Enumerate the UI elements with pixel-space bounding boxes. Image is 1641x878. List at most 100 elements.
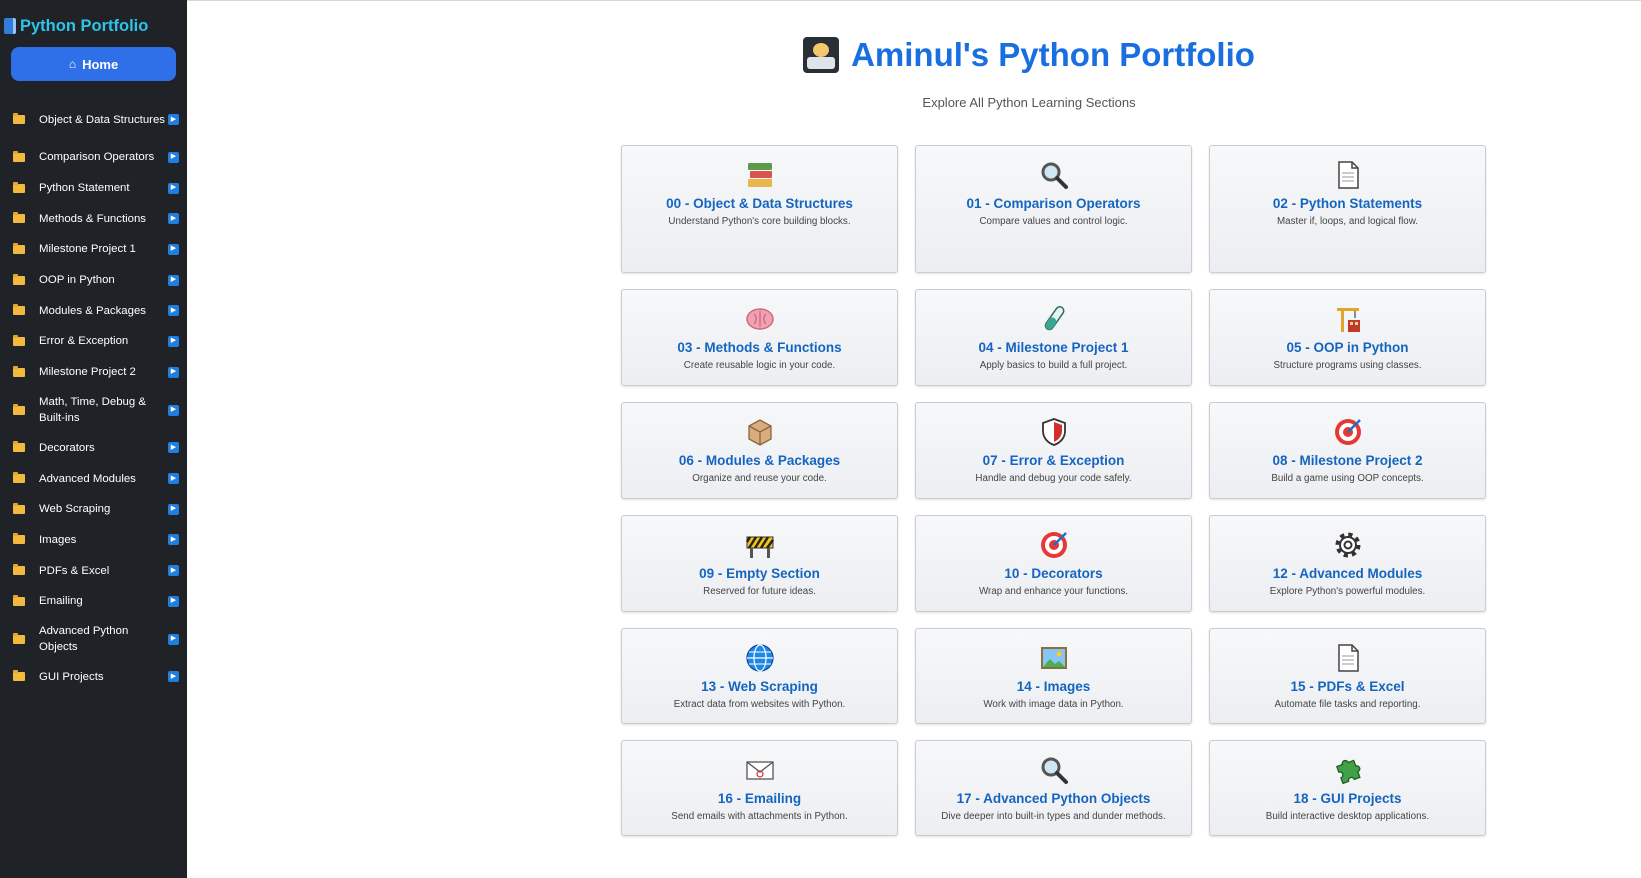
sidebar-item-label: Decorators xyxy=(39,441,95,454)
folder-icon xyxy=(13,403,25,415)
sidebar-item-python-statement[interactable]: Python Statement ▶ xyxy=(0,173,187,204)
section-card[interactable]: 16 - Emailing Send emails with attachment… xyxy=(621,740,898,836)
picture-icon xyxy=(1039,643,1069,673)
section-card[interactable]: 02 - Python Statements Master if, loops, … xyxy=(1209,145,1486,273)
folder-icon xyxy=(13,334,25,346)
sidebar-item-label: Web Scraping xyxy=(39,503,111,516)
arrow-right-icon: ▶ xyxy=(168,633,179,645)
section-card[interactable]: 12 - Advanced Modules Explore Python's po… xyxy=(1209,515,1486,612)
sidebar-item-pdfs-excel[interactable]: PDFs & Excel ▶ xyxy=(0,555,187,586)
sidebar-item-label: Emailing xyxy=(39,595,83,608)
arrow-right-icon: ▶ xyxy=(168,534,179,546)
card-title: 12 - Advanced Modules xyxy=(1272,566,1423,581)
sidebar-item-math-time-debug[interactable]: Math, Time, Debug & Built-ins ▶ xyxy=(0,388,187,433)
sidebar-item-label: PDFs & Excel xyxy=(39,564,110,577)
arrow-right-icon: ▶ xyxy=(168,182,179,194)
sidebar-item-milestone-project-1[interactable]: Milestone Project 1 ▶ xyxy=(0,234,187,265)
arrow-right-icon: ▶ xyxy=(168,595,179,607)
sidebar-item-gui-projects[interactable]: GUI Projects ▶ xyxy=(0,662,187,693)
section-card[interactable]: 15 - PDFs & Excel Automate file tasks and… xyxy=(1209,628,1486,724)
target-icon xyxy=(1333,417,1363,447)
section-card[interactable]: 09 - Empty Section Reserved for future id… xyxy=(621,515,898,612)
card-description: Apply basics to build a full project. xyxy=(979,360,1128,371)
card-description: Organize and reuse your code. xyxy=(692,473,827,484)
arrow-right-icon: ▶ xyxy=(168,335,179,347)
card-description: Master if, loops, and logical flow. xyxy=(1276,216,1419,227)
sidebar-item-label: Comparison Operators xyxy=(39,151,155,164)
card-description: Work with image data in Python. xyxy=(983,699,1124,710)
home-label: Home xyxy=(82,56,119,72)
construction-icon xyxy=(745,530,775,560)
page-title-text: Aminul's Python Portfolio xyxy=(851,36,1255,73)
card-title: 08 - Milestone Project 2 xyxy=(1272,453,1423,468)
brain-icon xyxy=(745,304,775,334)
arrow-right-icon: ▶ xyxy=(168,442,179,454)
crane-icon xyxy=(1333,304,1363,334)
sidebar: Python Portfolio ⌂ Home Object & Data St… xyxy=(0,0,187,878)
section-card[interactable]: 03 - Methods & Functions Create reusable … xyxy=(621,289,898,386)
sidebar-item-advanced-modules[interactable]: Advanced Modules ▶ xyxy=(0,463,187,494)
magnifier-icon xyxy=(1039,160,1069,190)
arrow-right-icon: ▶ xyxy=(168,671,179,683)
package-icon xyxy=(745,417,775,447)
sidebar-item-label: Milestone Project 2 xyxy=(39,366,136,379)
section-card[interactable]: 08 - Milestone Project 2 Build a game usi… xyxy=(1209,402,1486,499)
card-title: 04 - Milestone Project 1 xyxy=(978,340,1129,355)
section-card[interactable]: 01 - Comparison Operators Compare values … xyxy=(915,145,1192,273)
section-card[interactable]: 18 - GUI Projects Build interactive deskt… xyxy=(1209,740,1486,836)
test-tube-icon xyxy=(1039,304,1069,334)
arrow-right-icon: ▶ xyxy=(168,274,179,286)
book-icon xyxy=(4,18,16,34)
folder-icon xyxy=(13,181,25,193)
card-description: Send emails with attachments in Python. xyxy=(671,811,848,822)
card-title: 00 - Object & Data Structures xyxy=(666,196,853,211)
section-card[interactable]: 13 - Web Scraping Extract data from websi… xyxy=(621,628,898,724)
main-content: Aminul's Python Portfolio Explore All Py… xyxy=(187,0,1641,878)
page-icon xyxy=(1333,160,1363,190)
card-description: Dive deeper into built-in types and dund… xyxy=(941,811,1166,822)
sidebar-item-label: Math, Time, Debug & Built-ins xyxy=(39,396,146,424)
sidebar-item-emailing[interactable]: Emailing ▶ xyxy=(0,586,187,617)
target-icon xyxy=(1039,530,1069,560)
arrow-right-icon: ▶ xyxy=(168,404,179,416)
sidebar-brand[interactable]: Python Portfolio xyxy=(0,0,187,40)
section-card[interactable]: 14 - Images Work with image data in Pytho… xyxy=(915,628,1192,724)
gear-icon xyxy=(1333,530,1363,560)
section-card[interactable]: 17 - Advanced Python Objects Dive deeper … xyxy=(915,740,1192,836)
sidebar-item-modules-packages[interactable]: Modules & Packages ▶ xyxy=(0,295,187,326)
sidebar-item-comparison-operators[interactable]: Comparison Operators ▶ xyxy=(0,142,187,173)
arrow-right-icon: ▶ xyxy=(168,366,179,378)
card-description: Understand Python's core building blocks… xyxy=(668,216,851,227)
sidebar-item-milestone-project-2[interactable]: Milestone Project 2 ▶ xyxy=(0,357,187,388)
card-title: 09 - Empty Section xyxy=(699,566,820,581)
arrow-right-icon: ▶ xyxy=(168,305,179,317)
sidebar-item-label: Advanced Modules xyxy=(39,472,136,485)
sidebar-item-label: Advanced Python Objects xyxy=(39,625,129,654)
card-title: 18 - GUI Projects xyxy=(1293,791,1402,806)
card-title: 17 - Advanced Python Objects xyxy=(956,791,1151,806)
home-button[interactable]: ⌂ Home xyxy=(11,47,176,81)
sidebar-item-methods-functions[interactable]: Methods & Functions ▶ xyxy=(0,203,187,234)
sidebar-nav: Object & Data Structures ▶ Comparison Ope… xyxy=(0,97,187,692)
section-card[interactable]: 06 - Modules & Packages Organize and reus… xyxy=(621,402,898,499)
sidebar-item-object-data-structures[interactable]: Object & Data Structures ▶ xyxy=(0,97,187,142)
card-title: 15 - PDFs & Excel xyxy=(1290,679,1405,694)
section-card[interactable]: 07 - Error & Exception Handle and debug y… xyxy=(915,402,1192,499)
sidebar-item-label: Error & Exception xyxy=(39,335,129,348)
folder-icon xyxy=(13,594,25,606)
sidebar-item-label: Modules & Packages xyxy=(39,304,147,317)
sidebar-item-images[interactable]: Images ▶ xyxy=(0,525,187,556)
sidebar-item-error-exception[interactable]: Error & Exception ▶ xyxy=(0,326,187,357)
section-card[interactable]: 00 - Object & Data Structures Understand … xyxy=(621,145,898,273)
section-card[interactable]: 04 - Milestone Project 1 Apply basics to … xyxy=(915,289,1192,386)
sidebar-item-advanced-python-objects[interactable]: Advanced Python Objects ▶ xyxy=(0,617,187,662)
sidebar-item-label: Images xyxy=(39,533,77,546)
section-card[interactable]: 05 - OOP in Python Structure programs usi… xyxy=(1209,289,1486,386)
sidebar-item-oop-in-python[interactable]: OOP in Python ▶ xyxy=(0,265,187,296)
books-icon xyxy=(745,160,775,190)
sidebar-item-web-scraping[interactable]: Web Scraping ▶ xyxy=(0,494,187,525)
house-icon: ⌂ xyxy=(68,57,77,71)
sidebar-item-decorators[interactable]: Decorators ▶ xyxy=(0,433,187,464)
sidebar-item-label: Milestone Project 1 xyxy=(39,243,136,256)
section-card[interactable]: 10 - Decorators Wrap and enhance your fun… xyxy=(915,515,1192,612)
